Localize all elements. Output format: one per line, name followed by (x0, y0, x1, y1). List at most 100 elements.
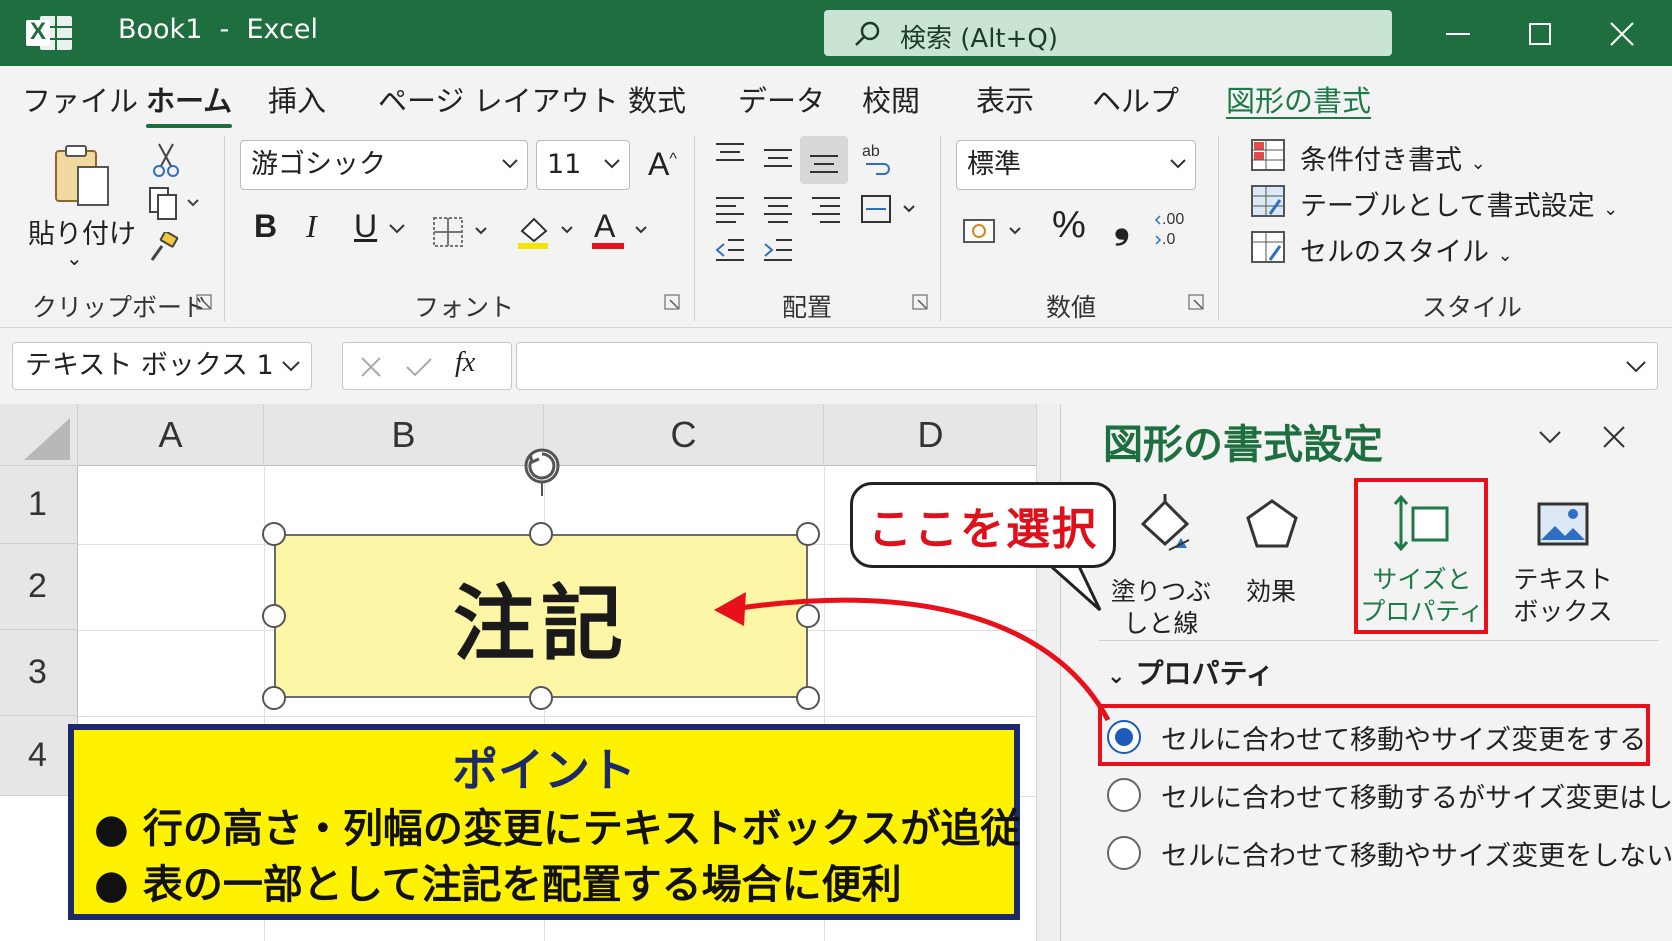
styles-group-label: スタイル (1422, 293, 1523, 322)
tab-file[interactable]: ファイル (22, 78, 138, 120)
increase-decimal-icon[interactable]: .00.0 (1154, 208, 1194, 252)
tab-page-layout[interactable]: ページ レイアウト (378, 78, 619, 120)
underline-button[interactable]: U (354, 208, 377, 245)
search-box[interactable]: 検索 (Alt+Q) (824, 10, 1392, 56)
resize-handle-left[interactable] (262, 604, 286, 628)
tab-home[interactable]: ホーム (146, 78, 233, 128)
cut-icon[interactable] (148, 140, 184, 180)
category-effects[interactable]: 効果 (1229, 494, 1313, 644)
copy-icon[interactable] (144, 184, 204, 224)
tab-help[interactable]: ヘルプ (1092, 78, 1179, 120)
point-item-1: ● 行の高さ・列幅の変更にテキストボックスが追従 (94, 806, 1021, 852)
column-header-d[interactable]: D (824, 404, 1036, 466)
italic-button[interactable]: I (306, 208, 317, 245)
pane-options-chevron-icon[interactable] (1537, 428, 1563, 446)
chevron-down-icon (282, 361, 300, 372)
format-painter-icon[interactable] (146, 228, 182, 268)
align-top-icon[interactable] (714, 140, 746, 170)
fill-color-icon[interactable] (514, 208, 578, 254)
radio-move-no-size[interactable] (1107, 778, 1141, 812)
cell-styles-icon[interactable] (1250, 230, 1286, 264)
number-format-select[interactable]: 標準 (956, 140, 1196, 190)
currency-format-icon[interactable] (962, 214, 1028, 250)
column-header-c[interactable]: C (544, 404, 824, 466)
insert-function-button[interactable]: fx (455, 347, 475, 379)
resize-handle-bottom-left[interactable] (262, 686, 286, 710)
font-launcher-icon[interactable] (664, 294, 682, 312)
number-launcher-icon[interactable] (1188, 294, 1206, 312)
pane-close-icon[interactable] (1601, 424, 1627, 450)
name-box[interactable]: テキスト ボックス 1 (12, 342, 312, 390)
row-header-4[interactable]: 4 (0, 716, 78, 796)
row-header-2[interactable]: 2 (0, 544, 78, 630)
align-right-icon[interactable] (810, 194, 842, 224)
number-group-label: 数値 (1046, 293, 1097, 322)
cancel-x-icon[interactable] (359, 355, 383, 379)
maximize-button[interactable] (1500, 0, 1580, 66)
option-move-no-size[interactable]: セルに合わせて移動するがサイズ変更はしない (1107, 770, 1672, 820)
point-title: ポイント (452, 743, 636, 797)
format-as-table-button[interactable]: テーブルとして書式設定 ⌄ (1300, 184, 1618, 223)
radio-no-move-no-size[interactable] (1107, 836, 1141, 870)
align-center-icon[interactable] (762, 194, 794, 224)
paste-chevron-icon[interactable]: ⌄ (66, 246, 83, 270)
formula-input[interactable] (516, 342, 1658, 390)
chevron-down-icon (502, 159, 518, 169)
properties-section-header[interactable]: ⌄ プロパティ (1107, 652, 1274, 692)
row-header-1[interactable]: 1 (0, 466, 78, 544)
resize-handle-bottom[interactable] (529, 686, 553, 710)
category-textbox[interactable]: テキスト ボックス (1495, 494, 1631, 644)
option-no-move-no-size-label: セルに合わせて移動やサイズ変更をしない (1161, 840, 1672, 872)
tab-data[interactable]: データ (738, 78, 825, 120)
font-name-value: 游ゴシック (251, 149, 386, 180)
chevron-down-icon[interactable] (388, 222, 406, 236)
title-bar: X Book1 - Excel 検索 (Alt+Q) (0, 0, 1672, 66)
column-header-b[interactable]: B (264, 404, 544, 466)
format-as-table-icon[interactable] (1250, 184, 1286, 218)
align-left-icon[interactable] (714, 194, 746, 224)
font-size-select[interactable]: 11 (536, 140, 630, 190)
paste-icon[interactable] (44, 140, 118, 212)
borders-icon[interactable] (432, 212, 492, 252)
select-all-corner[interactable] (0, 404, 78, 466)
grow-font-button[interactable]: A^ (648, 146, 677, 183)
align-bottom-button[interactable] (800, 136, 848, 184)
font-color-letter: A (594, 208, 616, 244)
resize-handle-top-right[interactable] (796, 522, 820, 546)
alignment-launcher-icon[interactable] (912, 294, 930, 312)
formula-controls: fx (342, 342, 512, 390)
tab-insert[interactable]: 挿入 (268, 78, 326, 120)
font-color-button[interactable]: A (590, 208, 654, 254)
expand-formula-chevron-icon[interactable] (1625, 359, 1647, 373)
tab-formulas[interactable]: 数式 (628, 78, 686, 120)
option-no-move-no-size[interactable]: セルに合わせて移動やサイズ変更をしない (1107, 828, 1672, 878)
column-header-a[interactable]: A (78, 404, 264, 466)
row-header-3[interactable]: 3 (0, 630, 78, 716)
resize-handle-top[interactable] (529, 522, 553, 546)
clipboard-launcher-icon[interactable] (196, 294, 214, 312)
align-middle-icon[interactable] (762, 144, 794, 174)
format-as-table-label: テーブルとして書式設定 (1300, 191, 1595, 222)
conditional-formatting-button[interactable]: 条件付き書式 ⌄ (1300, 138, 1486, 177)
tab-view[interactable]: 表示 (976, 78, 1034, 120)
enter-check-icon[interactable] (405, 355, 433, 379)
font-size-value: 11 (547, 149, 582, 180)
tab-review[interactable]: 校閲 (862, 78, 920, 120)
font-name-select[interactable]: 游ゴシック (240, 140, 528, 190)
wrap-text-icon[interactable]: ab (860, 140, 894, 176)
merge-center-icon[interactable] (860, 194, 922, 226)
resize-handle-top-left[interactable] (262, 522, 286, 546)
rotate-handle-icon[interactable] (516, 440, 572, 496)
percent-style-button[interactable]: % (1052, 204, 1086, 247)
tab-shape-format[interactable]: 図形の書式 (1226, 78, 1371, 120)
close-window-button[interactable] (1582, 0, 1662, 66)
cell-styles-button[interactable]: セルのスタイル ⌄ (1300, 230, 1513, 269)
comma-style-button[interactable]: ❟ (1114, 200, 1130, 247)
decrease-indent-icon[interactable] (714, 234, 746, 264)
minimize-button[interactable] (1418, 0, 1498, 66)
bold-button[interactable]: B (254, 208, 277, 245)
conditional-formatting-icon[interactable] (1250, 138, 1286, 172)
category-textbox-label: テキスト ボックス (1513, 565, 1613, 626)
increase-indent-icon[interactable] (762, 234, 794, 264)
highlight-frame-size-properties (1354, 478, 1488, 634)
